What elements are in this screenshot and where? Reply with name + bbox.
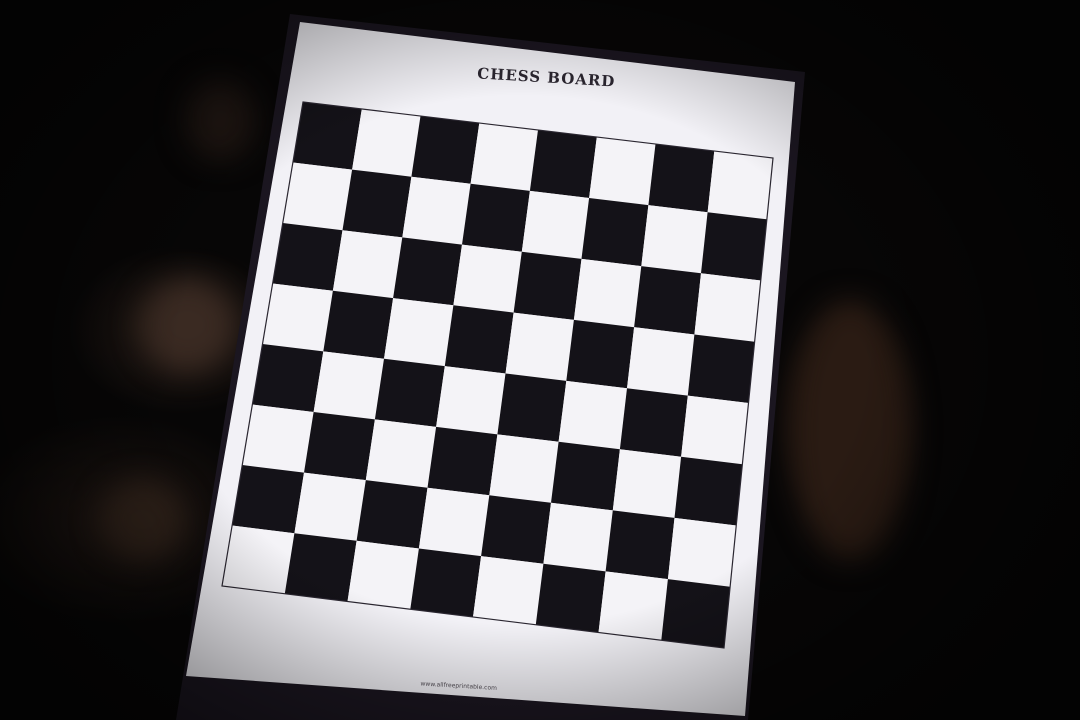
photo-scene: CHESS BOARD www.allfreeprintable.com	[0, 0, 1080, 720]
board-square	[402, 176, 471, 245]
board-square	[566, 319, 635, 389]
board-square	[627, 327, 695, 396]
board-square	[687, 334, 755, 403]
chess-board	[221, 101, 774, 649]
board-square	[558, 380, 627, 450]
board-square	[332, 230, 403, 299]
board-square	[444, 305, 514, 374]
board-square	[521, 190, 590, 259]
board-square	[505, 312, 574, 381]
board-square	[232, 465, 304, 534]
board-square	[411, 116, 480, 184]
board-square	[365, 419, 437, 488]
board-square	[284, 533, 357, 602]
board-square	[701, 212, 767, 281]
printable-page	[186, 22, 795, 716]
board-square	[489, 434, 559, 503]
board-square	[641, 205, 708, 274]
board-square	[242, 404, 314, 473]
board-square	[272, 223, 343, 291]
board-square	[313, 351, 384, 420]
board-square	[543, 502, 613, 572]
board-square	[252, 344, 324, 412]
board-square	[634, 266, 701, 335]
board-square	[418, 487, 490, 557]
board-square	[222, 525, 295, 594]
board-square	[589, 137, 656, 206]
board-square	[410, 548, 482, 617]
board-square	[262, 283, 333, 352]
board-square	[481, 495, 551, 564]
board-square	[535, 563, 606, 633]
board-square	[694, 273, 761, 342]
board-square	[453, 244, 522, 313]
board-square	[674, 456, 743, 526]
board-square	[661, 579, 731, 648]
board-square	[667, 517, 737, 587]
board-square	[347, 540, 419, 610]
board-square	[619, 388, 688, 457]
board-square	[470, 123, 538, 191]
board-square	[304, 412, 375, 481]
board-square	[352, 109, 421, 177]
board-square	[497, 373, 567, 442]
board-square	[374, 358, 445, 427]
board-square	[384, 298, 454, 367]
board-square	[581, 198, 649, 267]
board-square	[707, 151, 773, 220]
board-square	[342, 169, 412, 238]
board-square	[513, 251, 582, 320]
board-square	[612, 449, 682, 518]
board-square	[529, 130, 597, 198]
board-square	[598, 571, 668, 641]
board-square	[323, 290, 394, 359]
board-square	[473, 556, 544, 625]
board-square	[648, 144, 715, 213]
board-square	[292, 102, 362, 170]
board-square	[436, 366, 506, 435]
board-square	[282, 162, 353, 231]
board-square	[573, 258, 642, 328]
board-square	[462, 183, 530, 252]
board-square	[605, 510, 675, 580]
board-square	[356, 480, 428, 549]
board-square	[681, 395, 749, 465]
board-square	[393, 237, 462, 306]
board-square	[551, 441, 620, 511]
board-square	[294, 472, 366, 541]
board-square	[427, 426, 498, 496]
